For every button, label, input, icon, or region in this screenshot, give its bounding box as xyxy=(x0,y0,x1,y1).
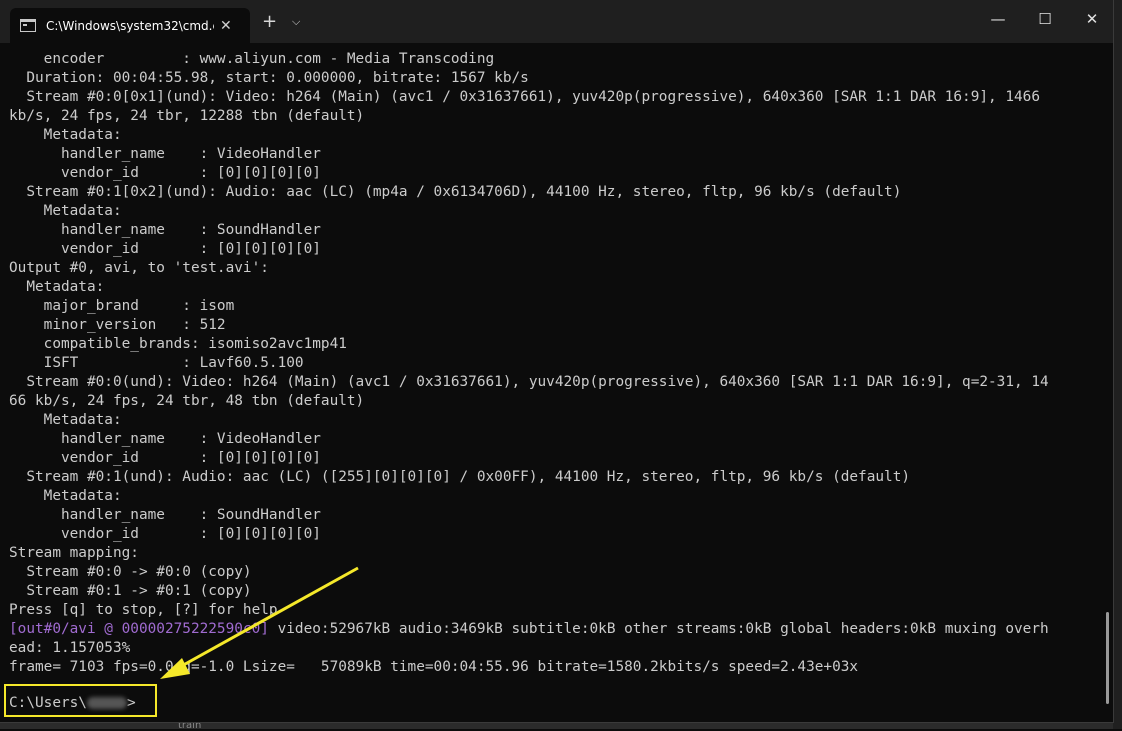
annotation-arrow xyxy=(160,566,359,679)
arrow-head xyxy=(160,658,190,679)
arrow-line xyxy=(177,566,359,670)
